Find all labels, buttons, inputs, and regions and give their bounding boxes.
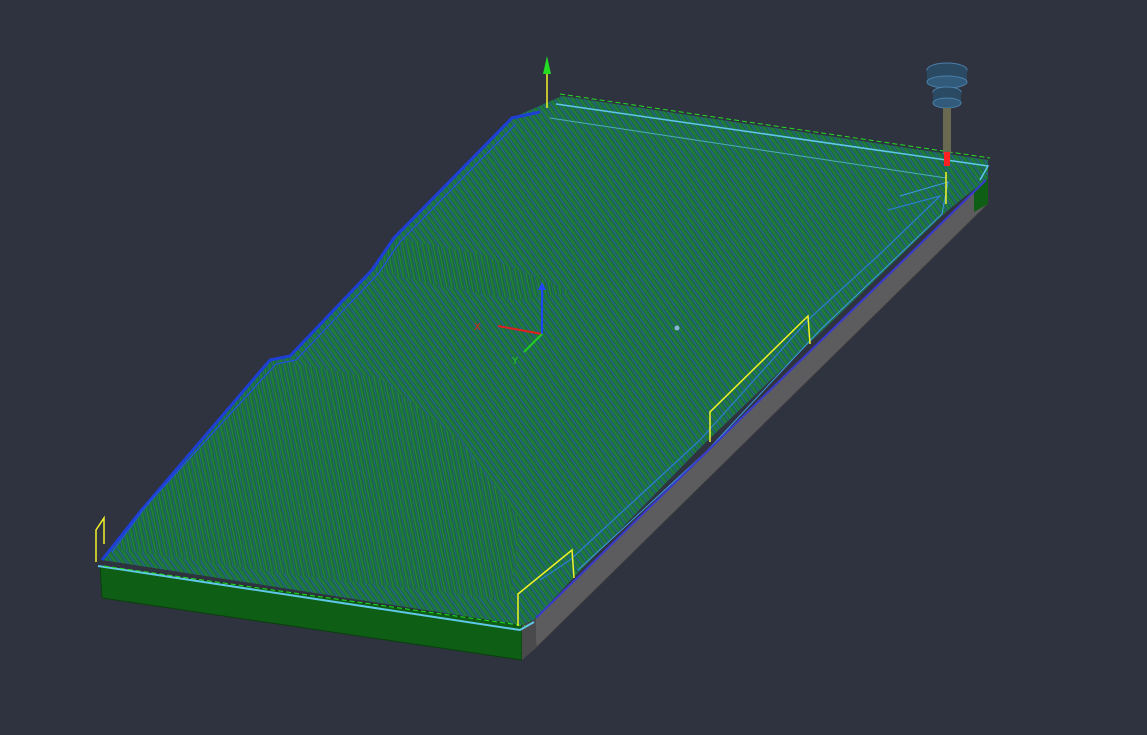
center-marker [674, 325, 680, 331]
leadin-left [95, 515, 105, 562]
cutting-tool-icon[interactable] [926, 62, 968, 166]
triad-y-label: Y [511, 356, 519, 367]
3d-viewport[interactable]: X Y [0, 0, 1147, 735]
toolpath-scene[interactable]: X Y [0, 0, 1147, 735]
triad-x-label: X [474, 322, 481, 333]
home-origin-icon[interactable] [543, 56, 551, 108]
